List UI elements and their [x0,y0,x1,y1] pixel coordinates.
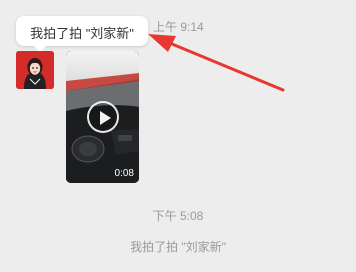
play-icon[interactable] [86,101,119,133]
video-message[interactable]: 0:08 [66,51,139,183]
pat-tooltip-text: 我拍了拍 "刘家新" [30,26,134,41]
system-pat-notice: 我拍了拍 "刘家新" [130,240,226,254]
video-duration: 0:08 [114,168,134,179]
user-avatar-icon [16,51,54,89]
timestamp-middle: 下午 5:08 [152,209,204,223]
pat-tooltip[interactable]: 我拍了拍 "刘家新" [16,16,148,52]
timestamp-top: 上午 9:14 [153,20,204,34]
contact-avatar[interactable] [16,51,54,89]
